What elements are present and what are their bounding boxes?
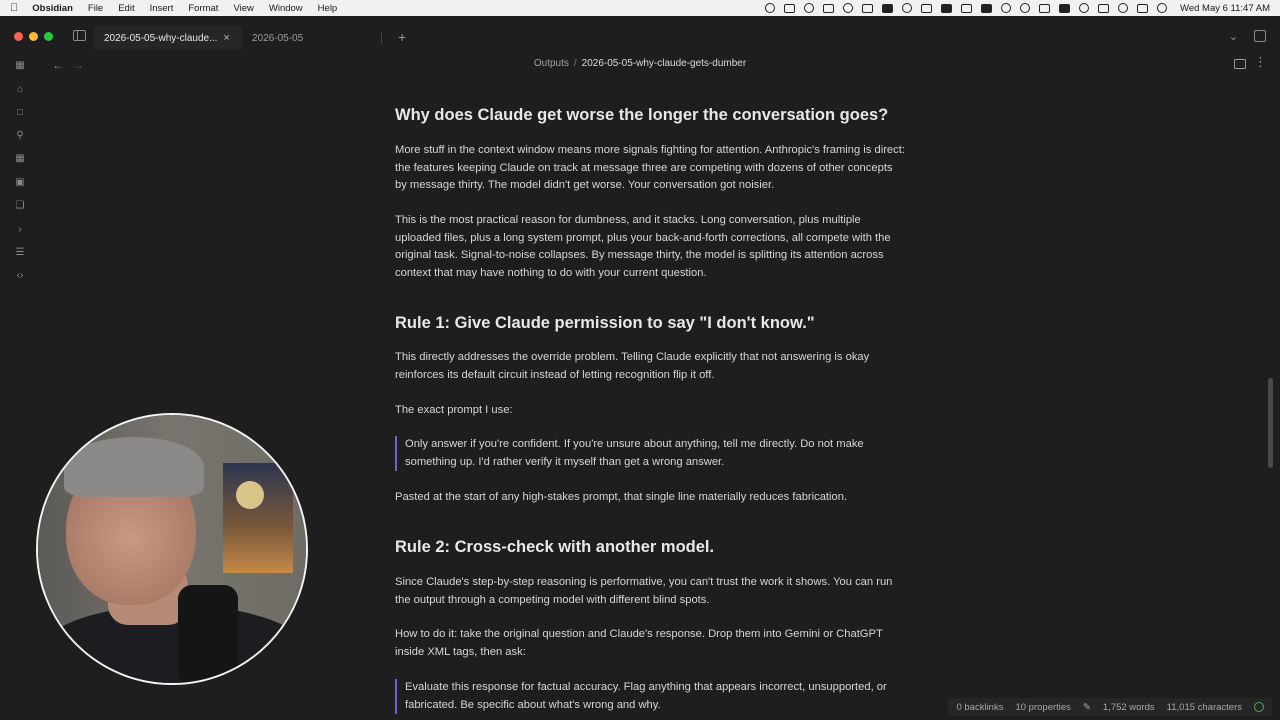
play-icon[interactable] (1001, 3, 1012, 13)
brightness-icon[interactable] (765, 3, 776, 13)
paragraph-practical-reason: This is the most practical reason for du… (395, 214, 891, 279)
apple-menu-icon[interactable]:  (10, 2, 18, 14)
record-icon[interactable] (902, 3, 913, 13)
tab-divider (381, 32, 382, 44)
tab-inactive-label: 2026-05-05 (252, 32, 304, 44)
document-icon[interactable]: □ (14, 107, 26, 119)
edit-mode-pencil-icon[interactable]: ✎ (1083, 702, 1091, 713)
keyboard-icon[interactable] (1098, 3, 1110, 13)
control-center-icon[interactable] (1137, 3, 1149, 13)
clock-icon[interactable] (1020, 3, 1031, 13)
paragraph-exact-prompt: The exact prompt I use: (395, 404, 513, 416)
wifi-icon[interactable] (1079, 3, 1090, 13)
note-header: ← → Outputs/2026-05-05-why-claude-gets-d… (40, 50, 1280, 80)
tab-bar: 2026-05-05-why-claude... × 2026-05-05 + … (0, 26, 1280, 50)
copy-icon[interactable]: ❏ (14, 200, 26, 212)
breadcrumb-file[interactable]: 2026-05-05-why-claude-gets-dumber (582, 58, 747, 69)
right-sidebar-toggle-icon[interactable] (1254, 30, 1266, 42)
menu-insert[interactable]: Insert (150, 3, 174, 14)
sidebar-toggle-icon[interactable] (73, 30, 86, 41)
status-bar: 0 backlinks 10 properties ✎ 1,752 words … (948, 698, 1272, 716)
note-content[interactable]: Why does Claude get worse the longer the… (395, 80, 905, 720)
home-icon[interactable]: ⌂ (14, 84, 26, 96)
tab-active-note[interactable]: 2026-05-05-why-claude... × (94, 26, 242, 50)
search-icon[interactable] (1118, 3, 1129, 13)
breadcrumb-folder[interactable]: Outputs (534, 58, 569, 69)
paragraph-pasted: Pasted at the start of any high-stakes p… (395, 491, 848, 503)
paragraph-context-window: More stuff in the context window means m… (395, 144, 905, 191)
menu-bar-status-icons: Wed May 6 11:47 AM (765, 3, 1270, 14)
wordmark-icon[interactable] (823, 3, 835, 13)
video-icon[interactable] (981, 3, 993, 13)
breadcrumb-separator: / (573, 58, 577, 69)
menu-edit[interactable]: Edit (118, 3, 134, 14)
blockquote-confidence-prompt: Only answer if you're confident. If you'… (395, 436, 905, 471)
close-window-button[interactable] (14, 32, 23, 41)
notion-icon[interactable] (784, 3, 796, 13)
more-options-icon[interactable]: ⋮ (1254, 54, 1268, 70)
heading-rule-2: Rule 2: Cross-check with another model. (395, 538, 715, 556)
terminal-icon[interactable]: › (14, 224, 26, 236)
menu-window[interactable]: Window (269, 3, 303, 14)
list-icon[interactable]: ☰ (14, 247, 26, 259)
window-controls (14, 32, 53, 41)
breadcrumb: Outputs / 2026-05-05-why-claude-gets-dumbe… (40, 58, 1240, 69)
paragraph-how-to: How to do it: take the original question… (395, 628, 883, 658)
status-backlinks[interactable]: 0 backlinks (956, 702, 1003, 713)
screen-icon[interactable] (921, 3, 933, 13)
poster-moon-image (236, 481, 264, 509)
sync-status-icon[interactable] (1254, 702, 1264, 712)
reading-view-icon[interactable] (1234, 59, 1246, 69)
menu-view[interactable]: View (233, 3, 253, 14)
camera-icon[interactable] (804, 3, 815, 13)
heading-rule-1: Rule 1: Give Claude permission to say "I… (395, 314, 815, 332)
gear-icon[interactable] (843, 3, 854, 13)
menu-help[interactable]: Help (318, 3, 338, 14)
tab-inactive-note[interactable]: 2026-05-05 (242, 26, 382, 50)
calendar-icon[interactable]: ▣ (14, 177, 26, 189)
status-word-count: 1,752 words (1102, 701, 1155, 713)
paragraph-step-by-step: Since Claude's step-by-step reasoning is… (395, 576, 893, 606)
wall-poster-image (223, 463, 293, 573)
code-icon[interactable]: ‹› (14, 270, 26, 282)
files-icon[interactable]: ▦ (14, 60, 26, 72)
tab-close-icon[interactable]: × (223, 32, 229, 44)
status-properties[interactable]: 10 properties (1015, 702, 1070, 713)
webcam-overlay (36, 413, 308, 685)
tab-list-chevron-icon[interactable]: ⌄ (1229, 30, 1238, 43)
battery-icon[interactable] (1059, 3, 1071, 13)
microphone-image (178, 585, 238, 683)
status-character-count: 11,015 characters (1166, 701, 1242, 713)
macos-menu-bar:  Obsidian File Edit Insert Format View … (0, 0, 1280, 16)
scrollbar-thumb[interactable] (1268, 378, 1273, 468)
person-hair-image (64, 437, 204, 497)
menu-file[interactable]: File (88, 3, 103, 14)
menu-bar-clock[interactable]: Wed May 6 11:47 AM (1180, 3, 1270, 14)
new-tab-icon[interactable]: + (398, 29, 406, 45)
tab-bar-right-controls: ⌄ (1229, 30, 1266, 43)
cloud-icon[interactable] (941, 3, 953, 13)
zoom-window-button[interactable] (44, 32, 53, 41)
graph-icon[interactable]: ⚲ (14, 130, 26, 142)
canvas-icon[interactable]: ▦ (14, 153, 26, 165)
siri-icon[interactable] (1157, 3, 1168, 13)
display-icon[interactable] (961, 3, 973, 13)
left-ribbon: ▦ ⌂ □ ⚲ ▦ ▣ ❏ › ☰ ‹› (0, 50, 40, 720)
paragraph-override: This directly addresses the override pro… (395, 351, 870, 381)
blockquote-evaluate-prompt: Evaluate this response for factual accur… (395, 679, 905, 714)
tab-active-label: 2026-05-05-why-claude... (104, 32, 218, 44)
minimize-window-button[interactable] (29, 32, 38, 41)
chart-icon[interactable] (862, 3, 874, 13)
volume-icon[interactable] (1039, 3, 1051, 13)
menu-app-name[interactable]: Obsidian (32, 3, 73, 14)
app-icon[interactable] (882, 3, 894, 13)
heading-why-worse: Why does Claude get worse the longer the… (395, 106, 889, 124)
menu-format[interactable]: Format (188, 3, 218, 14)
